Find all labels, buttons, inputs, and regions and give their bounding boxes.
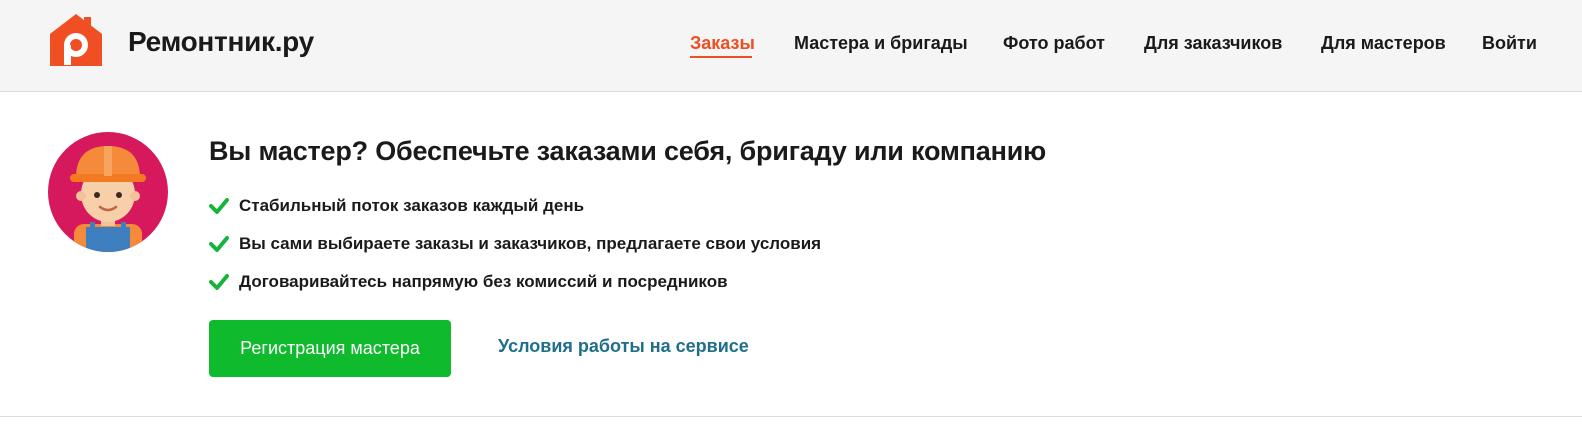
main-nav: Заказы Мастера и бригады Фото работ Для …: [0, 32, 1582, 62]
benefit-text: Вы сами выбираете заказы и заказчиков, п…: [239, 234, 822, 253]
nav-item-photos[interactable]: Фото работ: [1003, 32, 1105, 54]
section-divider: [0, 416, 1582, 417]
promo-title: Вы мастер? Обеспечьте заказами себя, бри…: [209, 136, 1046, 166]
benefit-text: Стабильный поток заказов каждый день: [239, 196, 585, 215]
site-header: Ремонтник.ру Заказы Мастера и бригады Фо…: [0, 0, 1582, 92]
nav-item-for-customers[interactable]: Для заказчиков: [1144, 32, 1282, 54]
active-nav-underline: [690, 56, 752, 58]
worker-avatar-icon: [48, 132, 168, 252]
nav-item-masters[interactable]: Мастера и бригады: [794, 32, 968, 54]
nav-item-for-masters[interactable]: Для мастеров: [1321, 32, 1446, 54]
benefit-text: Договаривайтесь напрямую без комиссий и …: [239, 272, 728, 291]
nav-item-orders[interactable]: Заказы: [690, 32, 755, 54]
check-icon: [209, 236, 229, 252]
check-icon: [209, 198, 229, 214]
service-terms-link[interactable]: Условия работы на сервисе: [498, 336, 749, 357]
check-icon: [209, 274, 229, 290]
register-master-button[interactable]: Регистрация мастера: [209, 320, 451, 377]
nav-item-login[interactable]: Войти: [1482, 32, 1537, 54]
